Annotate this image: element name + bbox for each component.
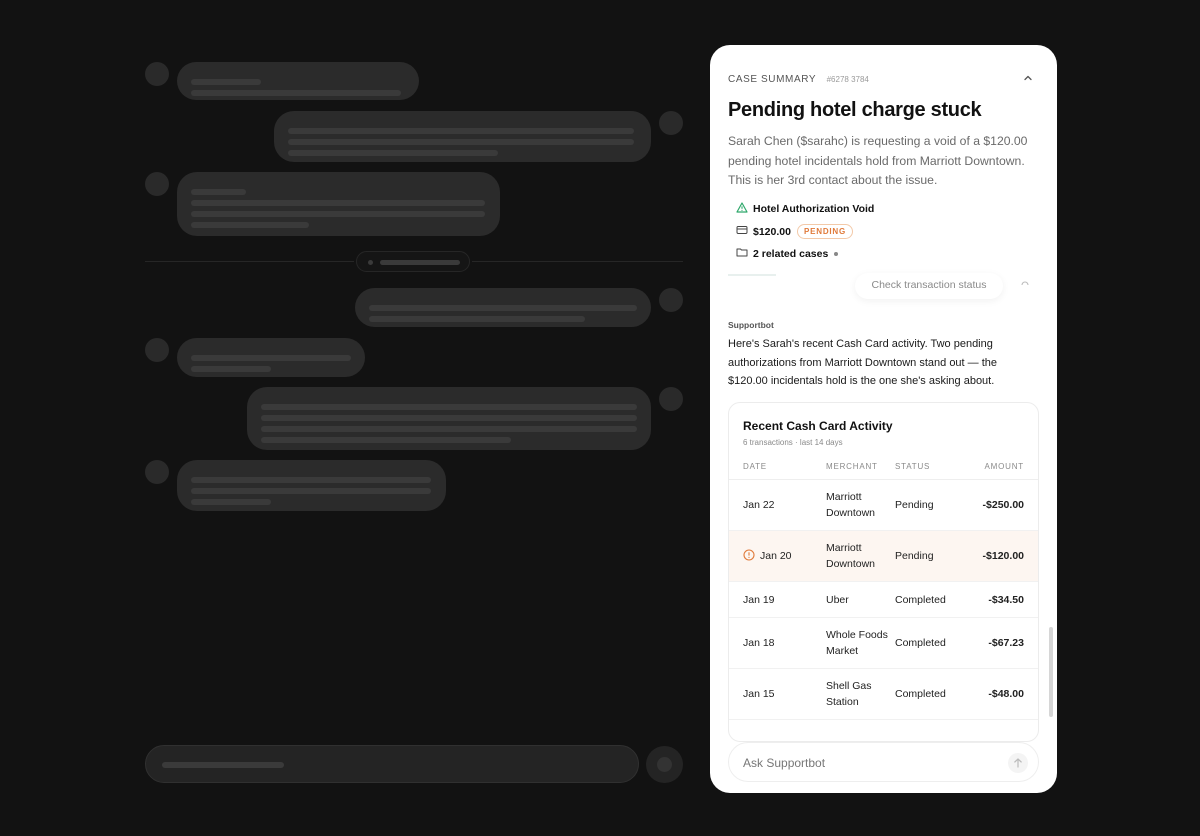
case-id: #6278 3784 [826, 75, 869, 84]
row-merchant: Marriott Downtown [826, 542, 876, 570]
row-merchant: Marriott Downtown [826, 491, 876, 519]
meta-related[interactable]: 2 related cases [736, 247, 839, 260]
row-merchant: Uber [826, 593, 849, 606]
row-status: Pending [895, 499, 934, 511]
panel-header: CASE SUMMARY #6278 3784 [728, 69, 1039, 85]
alert-circle-icon [743, 548, 755, 564]
ask-input[interactable] [743, 751, 993, 775]
row-status: Completed [895, 688, 946, 700]
row-date: Jan 19 [743, 593, 775, 606]
row-amount: -$67.23 [988, 637, 1024, 649]
column-header-date: DATE [743, 462, 767, 471]
card-icon [736, 225, 753, 238]
divider-pill [356, 251, 470, 272]
ghost-bubble [247, 387, 651, 450]
table-row[interactable]: Jan 18 Whole Foods Market Completed -$67… [729, 618, 1038, 669]
ghost-avatar [145, 338, 169, 362]
row-date-cell: Jan 20 [743, 531, 792, 581]
warning-triangle-icon [736, 202, 753, 216]
row-amount: -$48.00 [988, 688, 1024, 700]
ghost-bubble [274, 111, 651, 162]
card-subtitle: 6 transactions · last 14 days [743, 438, 843, 447]
card-title: Recent Cash Card Activity [743, 419, 893, 433]
ghost-bubble [177, 338, 365, 377]
row-date: Jan 15 [743, 688, 775, 700]
ghost-chat-input [145, 745, 639, 783]
meta-type: Hotel Authorization Void [736, 202, 874, 216]
row-date: Jan 20 [760, 550, 792, 562]
row-date: Jan 18 [743, 637, 775, 649]
ghost-send-button [646, 746, 683, 783]
meta-related-label: 2 related cases [753, 247, 829, 260]
ghost-avatar [145, 460, 169, 484]
ghost-bubble [177, 460, 446, 511]
row-status: Completed [895, 593, 946, 606]
column-header-status: STATUS [895, 462, 931, 471]
spinner-icon [1020, 276, 1030, 294]
ghost-bubble [177, 172, 500, 236]
table-row[interactable]: Jan 15 Shell Gas Station Completed -$48.… [729, 669, 1038, 720]
case-title: Pending hotel charge stuck [728, 99, 982, 121]
row-date: Jan 22 [743, 499, 775, 511]
row-amount: -$250.00 [982, 499, 1024, 511]
table-row[interactable]: Jan 19 Uber Completed -$34.50 [729, 582, 1038, 618]
row-status: Pending [895, 550, 934, 562]
activity-card: Recent Cash Card Activity 6 transactions… [728, 402, 1039, 742]
ask-input-container [728, 742, 1039, 782]
divider-line [472, 261, 683, 262]
row-amount: -$120.00 [982, 550, 1024, 562]
arrow-up-icon [1014, 758, 1022, 768]
ghost-bubble [177, 62, 419, 100]
table-header: DATE MERCHANT STATUS AMOUNT [729, 460, 1038, 480]
tool-call-chip[interactable]: Check transaction status [855, 273, 1003, 299]
chevron-up-icon[interactable] [1023, 70, 1033, 81]
scrollbar[interactable] [1049, 627, 1053, 717]
bot-message: Here's Sarah's recent Cash Card activity… [728, 338, 998, 387]
ghost-avatar [659, 111, 683, 135]
meta-amount: $120.00 PENDING [736, 224, 854, 239]
progress-bar [728, 274, 776, 276]
row-amount: -$34.50 [988, 593, 1024, 606]
column-header-merchant: MERCHANT [826, 462, 878, 471]
meta-amount-value: $120.00 [753, 225, 791, 238]
panel-eyebrow: CASE SUMMARY [728, 74, 817, 85]
folder-icon [736, 247, 753, 260]
bot-name: Supportbot [728, 320, 774, 330]
ghost-bubble [355, 288, 651, 327]
ghost-avatar [659, 387, 683, 411]
divider-line [145, 261, 354, 262]
row-merchant: Shell Gas Station [826, 680, 872, 708]
table-row-flagged[interactable]: Jan 20 Marriott Downtown Pending -$120.0… [729, 531, 1038, 582]
ghost-avatar [145, 62, 169, 86]
row-merchant: Whole Foods Market [826, 629, 888, 657]
send-button[interactable] [1008, 753, 1028, 773]
ghost-avatar [659, 288, 683, 312]
column-header-amount: AMOUNT [984, 462, 1024, 471]
meta-type-label: Hotel Authorization Void [753, 203, 875, 215]
stage: CASE SUMMARY #6278 3784 Pending hotel ch… [0, 0, 1200, 836]
status-badge: PENDING [796, 224, 854, 239]
case-summary-text: Sarah Chen ($sarahc) is requesting a voi… [728, 134, 1028, 187]
related-indicator-dot [834, 251, 839, 256]
case-summary-panel: CASE SUMMARY #6278 3784 Pending hotel ch… [710, 45, 1057, 793]
ghost-avatar [145, 172, 169, 196]
table-row[interactable]: Jan 22 Marriott Downtown Pending -$250.0… [729, 480, 1038, 531]
row-status: Completed [895, 637, 946, 649]
